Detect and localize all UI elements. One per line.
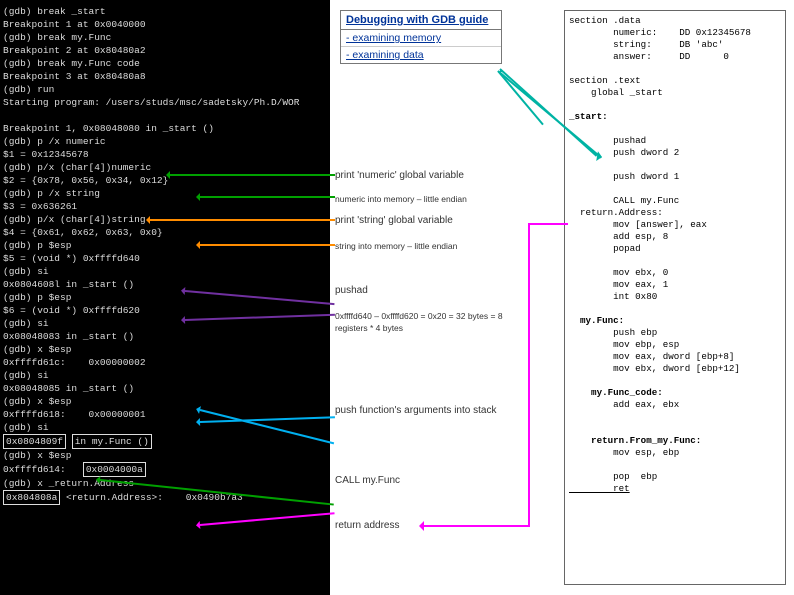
term-line: $3 = 0x636261 (3, 201, 77, 212)
code-line: popad (569, 243, 641, 254)
code-label-start: _start: (569, 111, 608, 122)
annot-push-args: push function's arguments into stack (335, 405, 535, 417)
code-line: section .text (569, 75, 641, 86)
term-line: $4 = {0x61, 0x62, 0x63, 0x0} (3, 227, 163, 238)
arrow-magenta-vertical (528, 225, 530, 525)
term-line: 0xffffd618: 0x00000001 (3, 409, 146, 420)
arrow-numeric (170, 174, 335, 176)
annot-numeric-mem: numeric into memory – little endian (335, 193, 535, 205)
code-line: mov ebx, dword [ebp+12] (569, 363, 740, 374)
code-line: mov ebp, esp (569, 339, 679, 350)
term-line: Breakpoint 2 at 0x80480a2 (3, 45, 146, 56)
term-line: Breakpoint 3 at 0x80480a8 (3, 71, 146, 82)
guide-item-data[interactable]: - examining data (341, 47, 501, 63)
arrow-numeric-mem (200, 196, 335, 198)
code-line: CALL my.Func (569, 195, 679, 206)
code-line: pop ebp (569, 471, 657, 482)
code-line: global _start (569, 87, 663, 98)
term-line: 0x08048085 in _start () (3, 383, 134, 394)
code-line: add eax, ebx (569, 399, 679, 410)
assembly-code-panel: section .data numeric: DD 0x12345678 str… (564, 10, 786, 585)
term-line: (gdb) p/x (char[4])numeric (3, 162, 151, 173)
annot-call-func: CALL my.Func (335, 475, 535, 487)
guide-item-memory[interactable]: - examining memory (341, 30, 501, 47)
annot-print-string: print 'string' global variable (335, 215, 535, 227)
term-line: (gdb) break my.Func code (3, 58, 140, 69)
guide-title[interactable]: Debugging with GDB guide (341, 11, 501, 30)
term-line: $2 = {0x78, 0x56, 0x34, 0x12} (3, 175, 168, 186)
term-line: $6 = (void *) 0xffffd620 (3, 305, 140, 316)
code-line: answer: DD 0 (569, 51, 729, 62)
code-line: push dword 2 (569, 147, 679, 158)
code-line: mov [answer], eax (569, 219, 707, 230)
term-line: (gdb) p $esp (3, 240, 71, 251)
code-line: string: DB 'abc' (569, 39, 723, 50)
code-line: push dword 1 (569, 171, 679, 182)
code-line: numeric: DD 0x12345678 (569, 27, 751, 38)
term-line: Breakpoint 1, 0x08048080 in _start () (3, 123, 214, 134)
arrow-magenta-horiz (420, 525, 530, 527)
arrow-magenta-head (414, 521, 424, 531)
arrow-string-mem (200, 244, 335, 246)
term-line: $5 = (void *) 0xffffd640 (3, 253, 140, 264)
code-line: return.Address: (569, 207, 663, 218)
term-line: 0xffffd614: (3, 464, 83, 475)
code-label-myfunc-code: my.Func_code: (569, 387, 663, 398)
code-line-ret: ret (569, 483, 630, 494)
code-line: mov ebx, 0 (569, 267, 668, 278)
term-boxed: 0x0804809f (3, 434, 66, 449)
code-line: int 0x80 (569, 291, 657, 302)
code-line: mov eax, dword [ebp+8] (569, 351, 734, 362)
code-line: mov eax, 1 (569, 279, 668, 290)
term-line: (gdb) si (3, 370, 49, 381)
term-line: 0xffffd61c: 0x00000002 (3, 357, 146, 368)
term-line: 0x08048083 in _start () (3, 331, 134, 342)
code-line: push ebp (569, 327, 657, 338)
term-boxed: 0x804808a (3, 490, 60, 505)
code-line: mov esp, ebp (569, 447, 679, 458)
annot-print-numeric: print 'numeric' global variable (335, 170, 535, 182)
gdb-guide-box: Debugging with GDB guide - examining mem… (340, 10, 502, 64)
term-boxed: in my.Func () (72, 434, 152, 449)
code-line: section .data (569, 15, 641, 26)
term-line: (gdb) p/x (char[4])string (3, 214, 146, 225)
term-line: (gdb) p /x string (3, 188, 100, 199)
term-line: (gdb) si (3, 318, 49, 329)
term-line: (gdb) si (3, 266, 49, 277)
term-line: (gdb) x $esp (3, 344, 71, 355)
term-line: (gdb) run (3, 84, 54, 95)
annot-string-mem: string into memory – little endian (335, 240, 535, 252)
term-line: <return.Address>: (66, 492, 163, 503)
term-line: (gdb) p /x numeric (3, 136, 106, 147)
term-line: (gdb) break _start (3, 6, 106, 17)
code-label-return-from: return.From_my.Func: (569, 435, 701, 446)
arrow-magenta-top (528, 223, 568, 225)
term-line: $1 = 0x12345678 (3, 149, 89, 160)
term-line: 0x0804608l in _start () (3, 279, 134, 290)
term-line: (gdb) p $esp (3, 292, 71, 303)
annot-pushad: pushad (335, 285, 535, 297)
arrow-teal-seg (497, 70, 544, 125)
code-label-myfunc: my.Func: (569, 315, 624, 326)
term-line: Breakpoint 1 at 0x0040000 (3, 19, 146, 30)
term-line: (gdb) si (3, 422, 49, 433)
term-line: (gdb) break my.Func (3, 32, 111, 43)
arrow-string (150, 219, 335, 221)
annot-stack-math: 0xffffd640 – 0xffffd620 = 0x20 = 32 byte… (335, 310, 505, 334)
arrow-teal-head (596, 151, 608, 163)
code-line: add esp, 8 (569, 231, 668, 242)
term-line: (gdb) x $esp (3, 450, 71, 461)
term-line: Starting program: /users/studs/msc/sadet… (3, 97, 299, 108)
term-line: (gdb) x $esp (3, 396, 71, 407)
